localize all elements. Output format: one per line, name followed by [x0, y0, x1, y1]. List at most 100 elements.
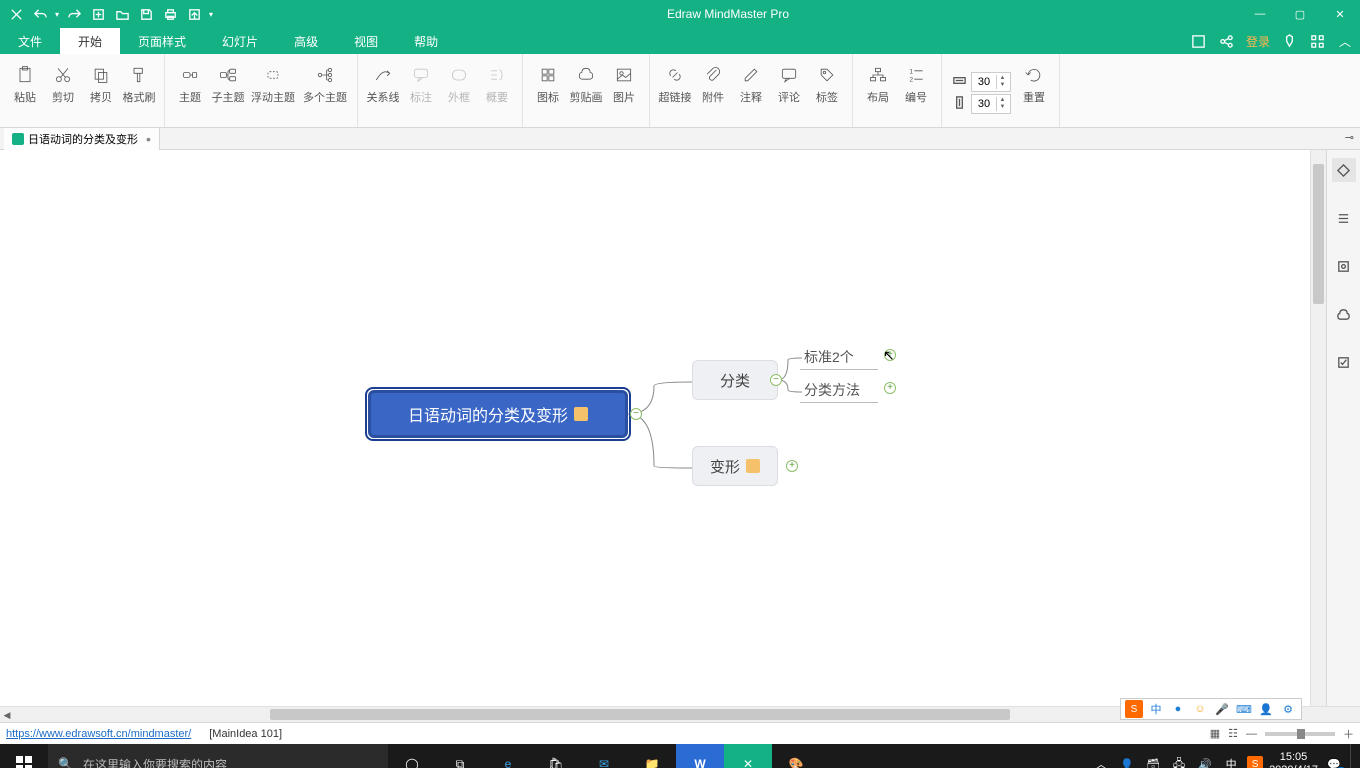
ime-emoji-icon[interactable]: ☺: [1191, 700, 1209, 718]
format-painter-button[interactable]: 格式刷: [120, 60, 158, 125]
export-dropdown-icon[interactable]: ▾: [206, 0, 216, 28]
login-link[interactable]: 登录: [1246, 33, 1270, 50]
menu-file[interactable]: 文件: [0, 28, 60, 54]
save-icon[interactable]: [134, 0, 158, 28]
note-indicator-icon[interactable]: [746, 459, 760, 473]
subtopic-button[interactable]: 子主题: [209, 60, 247, 125]
leaf1-add-toggle[interactable]: +: [884, 349, 896, 361]
status-outline-view-icon[interactable]: ☷: [1228, 727, 1238, 740]
picture-button[interactable]: 图片: [605, 60, 643, 125]
zoom-out-button[interactable]: —: [1246, 728, 1257, 740]
menu-start[interactable]: 开始: [60, 28, 120, 54]
redo-icon[interactable]: [62, 0, 86, 28]
root-collapse-toggle[interactable]: −: [630, 408, 642, 420]
taskbar-search[interactable]: 🔍 在这里输入你要搜索的内容: [48, 744, 388, 768]
paste-button[interactable]: 粘贴: [6, 60, 44, 125]
task-mindmaster-icon[interactable]: ✕: [724, 744, 772, 768]
zoom-slider[interactable]: [1265, 732, 1335, 736]
app-logo-icon[interactable]: [4, 0, 28, 28]
vscroll-thumb[interactable]: [1313, 164, 1324, 304]
ime-lang-label[interactable]: 中: [1147, 700, 1165, 718]
mindmap-node-category[interactable]: 分类: [692, 360, 778, 400]
close-button[interactable]: ✕: [1320, 0, 1360, 28]
height-up[interactable]: ▲: [997, 97, 1008, 104]
menu-help[interactable]: 帮助: [396, 28, 456, 54]
width-spinner[interactable]: ▲▼: [971, 72, 1011, 92]
height-down[interactable]: ▼: [997, 104, 1008, 111]
hscroll-left[interactable]: ◀: [0, 707, 14, 723]
leaf2-add-toggle[interactable]: +: [884, 382, 896, 394]
apps-icon[interactable]: [1308, 32, 1326, 50]
note-button[interactable]: 注释: [732, 60, 770, 125]
category-collapse-toggle[interactable]: −: [770, 374, 782, 386]
tray-volume-icon[interactable]: 🔊: [1195, 754, 1215, 768]
task-edge-icon[interactable]: e: [484, 744, 532, 768]
attachment-button[interactable]: 附件: [694, 60, 732, 125]
clipart-button[interactable]: 剪贴画: [567, 60, 605, 125]
tray-up-icon[interactable]: ︿: [1091, 754, 1111, 768]
menu-slideshow[interactable]: 幻灯片: [204, 28, 276, 54]
conjugation-add-toggle[interactable]: +: [786, 460, 798, 472]
fullscreen-icon[interactable]: [1190, 32, 1208, 50]
width-up[interactable]: ▲: [997, 75, 1008, 82]
collapse-ribbon-icon[interactable]: ︿: [1336, 32, 1354, 50]
undo-dropdown-icon[interactable]: ▾: [52, 0, 62, 28]
task-cortana-icon[interactable]: ◯: [388, 744, 436, 768]
height-input[interactable]: [972, 98, 996, 110]
task-view-icon[interactable]: ⧉: [436, 744, 484, 768]
hscroll-thumb[interactable]: [270, 709, 1010, 720]
relation-button[interactable]: 关系线: [364, 60, 402, 125]
mindmap-node-conjugation[interactable]: 变形: [692, 446, 778, 486]
ime-punct-icon[interactable]: ●: [1169, 700, 1187, 718]
ime-keyboard-icon[interactable]: ⌨: [1235, 700, 1253, 718]
sidepanel-iconlib-icon[interactable]: [1332, 254, 1356, 278]
summary-button[interactable]: 概要: [478, 60, 516, 125]
boundary-button[interactable]: 外框: [440, 60, 478, 125]
tray-clock[interactable]: 15:05 2020/4/17: [1269, 751, 1318, 768]
tray-notifications-icon[interactable]: 💬2: [1324, 754, 1344, 768]
status-url-link[interactable]: https://www.edrawsoft.cn/mindmaster/: [6, 728, 191, 740]
menu-view[interactable]: 视图: [336, 28, 396, 54]
icons-button[interactable]: 图标: [529, 60, 567, 125]
ime-person-icon[interactable]: 👤: [1257, 700, 1275, 718]
tray-people-icon[interactable]: 👤: [1117, 754, 1137, 768]
task-wps-icon[interactable]: W: [676, 744, 724, 768]
topic-button[interactable]: 主题: [171, 60, 209, 125]
export-icon[interactable]: [182, 0, 206, 28]
show-desktop-button[interactable]: [1350, 744, 1356, 768]
sidepanel-outline-icon[interactable]: [1332, 206, 1356, 230]
mindmap-leaf-method[interactable]: 分类方法: [800, 378, 878, 403]
cut-button[interactable]: 剪切: [44, 60, 82, 125]
numbering-button[interactable]: 12编号: [897, 60, 935, 125]
layout-button[interactable]: 布局: [859, 60, 897, 125]
height-spinner[interactable]: ▲▼: [971, 94, 1011, 114]
ime-sogou-icon[interactable]: S: [1125, 700, 1143, 718]
start-button[interactable]: [0, 744, 48, 768]
pin-panel-icon[interactable]: ⊸: [1345, 131, 1354, 144]
width-down[interactable]: ▼: [997, 82, 1008, 89]
floating-topic-button[interactable]: 浮动主题: [247, 60, 299, 125]
menu-page-style[interactable]: 页面样式: [120, 28, 204, 54]
comment-button[interactable]: 评论: [770, 60, 808, 125]
zoom-in-button[interactable]: ＋: [1343, 726, 1354, 742]
task-paint-icon[interactable]: 🎨: [772, 744, 820, 768]
multi-topic-button[interactable]: 多个主题: [299, 60, 351, 125]
mindmap-leaf-standard[interactable]: 标准2个: [800, 345, 878, 370]
tray-battery-icon[interactable]: 🗃: [1143, 754, 1163, 768]
tag-button[interactable]: 标签: [808, 60, 846, 125]
task-store-icon[interactable]: 🛍: [532, 744, 580, 768]
copy-button[interactable]: 拷贝: [82, 60, 120, 125]
callout-button[interactable]: 标注: [402, 60, 440, 125]
menu-advanced[interactable]: 高级: [276, 28, 336, 54]
undo-icon[interactable]: [28, 0, 52, 28]
ime-settings-icon[interactable]: ⚙: [1279, 700, 1297, 718]
status-page-view-icon[interactable]: ▦: [1210, 727, 1220, 740]
canvas[interactable]: 日语动词的分类及变形 − 分类 − 变形 + 标准2个 + 分类方法 + ↖: [0, 150, 1310, 706]
hyperlink-button[interactable]: 超链接: [656, 60, 694, 125]
tray-ime-label[interactable]: 中: [1221, 754, 1241, 768]
maximize-button[interactable]: ▢: [1280, 0, 1320, 28]
ime-floating-toolbar[interactable]: S 中 ● ☺ 🎤 ⌨ 👤 ⚙: [1120, 698, 1302, 720]
new-icon[interactable]: [86, 0, 110, 28]
note-indicator-icon[interactable]: [574, 407, 588, 421]
mindmap-root-node[interactable]: 日语动词的分类及变形: [368, 390, 628, 438]
